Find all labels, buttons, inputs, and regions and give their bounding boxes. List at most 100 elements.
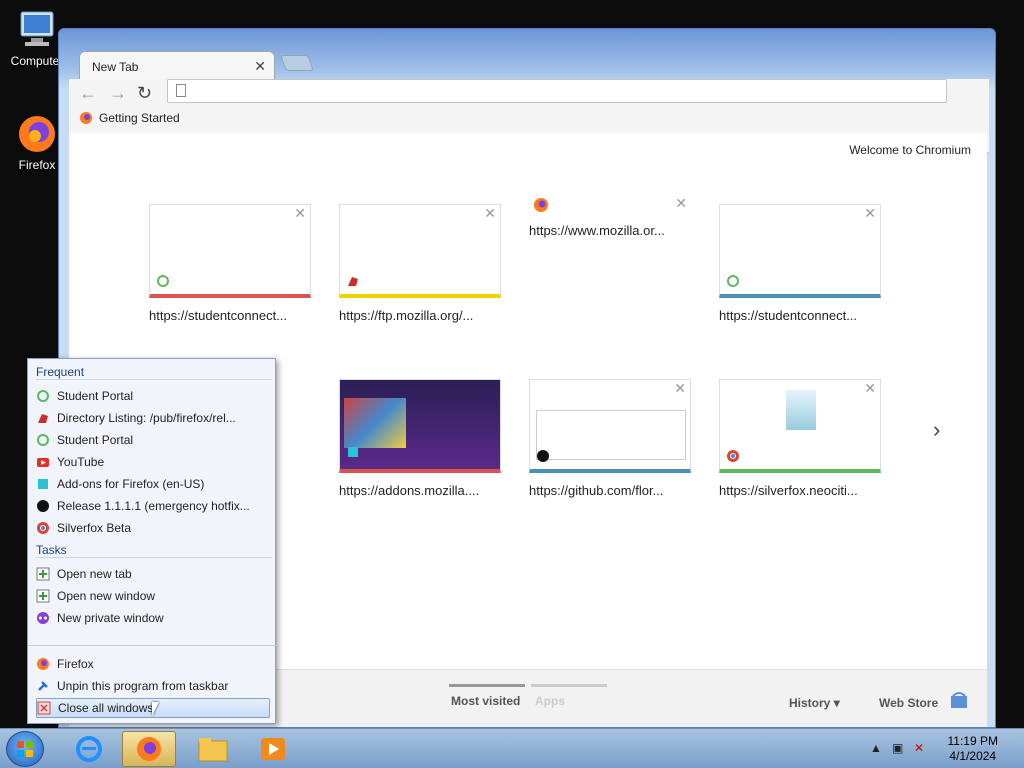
tile-caption: https://studentconnect... [149, 308, 288, 323]
clock-date: 4/1/2024 [949, 749, 997, 763]
jump-item-label: YouTube [57, 455, 105, 469]
taskbar-ie-button[interactable] [62, 731, 116, 767]
plus-icon [36, 567, 50, 581]
tile-caption: https://addons.mozilla.... [339, 483, 480, 498]
jump-item-open-new-tab[interactable]: Open new tab [36, 564, 270, 584]
tile-close-icon[interactable]: ✕ [674, 380, 686, 397]
taskbar-explorer-button[interactable] [186, 731, 240, 767]
jump-item-firefox[interactable]: Firefox [36, 654, 270, 674]
jump-item-unpin[interactable]: Unpin this program from taskbar [36, 676, 270, 696]
windows-logo-icon [17, 741, 33, 757]
taskbar-firefox-button[interactable] [122, 731, 176, 767]
history-button[interactable]: History ▾ [789, 696, 840, 710]
dino-icon [348, 277, 358, 286]
welcome-text: Welcome to Chromium [849, 143, 971, 157]
jump-item-label: Unpin this program from taskbar [57, 679, 229, 693]
network-icon[interactable]: ▣ [892, 741, 903, 755]
tile-caption: https://www.mozilla.or... [529, 223, 665, 238]
tile-0[interactable]: ✕ https://studentconnect... [149, 204, 311, 323]
tile-thumbnail[interactable]: ✕ [339, 204, 501, 298]
tile-thumbnail[interactable]: ✕ [149, 204, 311, 298]
bookmark-label: Getting Started [99, 111, 180, 125]
taskbar-media-player-button[interactable] [246, 731, 300, 767]
folder-icon [198, 738, 228, 762]
q-icon [37, 390, 49, 402]
tile-6[interactable]: ✕ https://silverfox.neociti... [719, 379, 881, 498]
jump-list-divider [28, 645, 277, 646]
tile-caption: https://ftp.mozilla.org/... [339, 308, 474, 323]
most-visited-button[interactable]: Most visited [451, 694, 520, 708]
chrome-icon [727, 450, 739, 462]
history-label: History [789, 696, 831, 710]
jump-item-student-portal[interactable]: Student Portal [36, 386, 270, 406]
internet-explorer-icon [76, 736, 102, 762]
firefox-icon [534, 198, 548, 212]
forward-icon[interactable]: → [109, 83, 127, 104]
q-icon [37, 434, 49, 446]
tile-1[interactable]: ✕ https://ftp.mozilla.org/... [339, 204, 501, 323]
tile-caption: https://silverfox.neociti... [719, 483, 858, 498]
page-indicator-active [449, 684, 525, 687]
computer-icon [15, 8, 59, 52]
addon-icon [348, 447, 358, 457]
tile-thumbnail[interactable]: ✕ [719, 379, 881, 473]
tile-thumbnail[interactable] [339, 379, 501, 473]
jump-item-silverfox-beta[interactable]: Silverfox Beta [36, 518, 270, 538]
jump-item-directory-listing[interactable]: Directory Listing: /pub/firefox/rel... [36, 408, 270, 428]
plus-icon [36, 589, 50, 603]
tab-new-tab[interactable]: New Tab ✕ [79, 51, 275, 81]
tile-thumbnail[interactable]: ✕ [529, 379, 691, 473]
web-store-icon [951, 692, 967, 708]
github-icon [37, 500, 49, 512]
tile-2[interactable]: ✕ https://www.mozilla.or... [529, 195, 691, 238]
tile-3[interactable]: ✕ https://studentconnect... [719, 204, 881, 323]
tile-5[interactable]: ✕ https://github.com/flor... [529, 379, 691, 498]
jump-item-label: Open new window [57, 589, 156, 603]
page-icon [176, 84, 186, 97]
bookmark-getting-started[interactable]: Getting Started [79, 111, 180, 125]
jump-item-youtube[interactable]: YouTube [36, 452, 270, 472]
desktop-icon-label: Computer [10, 54, 64, 68]
jump-item-label: Open new tab [57, 567, 132, 581]
tile-close-icon[interactable]: ✕ [484, 205, 496, 222]
close-icon [37, 701, 51, 715]
show-hidden-icons-icon[interactable]: ▲ [870, 741, 882, 755]
jump-list-header-frequent: Frequent [36, 365, 272, 380]
apps-button[interactable]: Apps [535, 694, 565, 708]
jump-item-label: Student Portal [57, 389, 134, 403]
tab-close-icon[interactable]: ✕ [254, 58, 266, 75]
jump-item-open-new-window[interactable]: Open new window [36, 586, 270, 606]
tile-close-icon[interactable]: ✕ [864, 205, 876, 222]
clock-time: 11:19 PM [947, 734, 998, 748]
tile-caption: https://studentconnect... [719, 308, 858, 323]
mask-icon [37, 612, 49, 624]
addon-icon [38, 479, 48, 489]
new-tab-button[interactable] [280, 55, 314, 71]
jump-item-label: Add-ons for Firefox (en-US) [57, 477, 205, 491]
system-clock[interactable]: 11:19 PM 4/1/2024 [948, 734, 998, 764]
web-store-button[interactable]: Web Store [879, 696, 938, 710]
jump-item-new-private-window[interactable]: New private window [36, 608, 270, 628]
reload-icon[interactable]: ↻ [137, 83, 152, 104]
jump-item-addons[interactable]: Add-ons for Firefox (en-US) [36, 474, 270, 494]
jump-item-label: Silverfox Beta [57, 521, 132, 535]
tile-thumbnail[interactable]: ✕ [719, 204, 881, 298]
tile-4[interactable]: https://addons.mozilla.... [339, 379, 501, 498]
thumbnail-image [536, 410, 686, 460]
thumbnail-image [786, 390, 816, 430]
start-button[interactable] [6, 731, 44, 767]
jump-item-student-portal-2[interactable]: Student Portal [36, 430, 270, 450]
next-page-chevron-icon[interactable]: › [933, 417, 940, 443]
back-icon[interactable]: ← [79, 83, 97, 104]
tile-thumbnail[interactable]: ✕ [529, 195, 691, 217]
jump-item-label: Close all windows [58, 701, 154, 715]
address-bar[interactable] [167, 79, 947, 103]
jump-item-release[interactable]: Release 1.1.1.1 (emergency hotfix... [36, 496, 270, 516]
jump-item-label: Directory Listing: /pub/firefox/rel... [57, 411, 236, 425]
q-icon [727, 275, 739, 287]
tile-close-icon[interactable]: ✕ [864, 380, 876, 397]
tile-close-icon[interactable]: ✕ [294, 205, 306, 222]
taskbar-jump-list: Frequent Student Portal Directory Listin… [27, 358, 277, 724]
tile-close-icon[interactable]: ✕ [675, 195, 687, 212]
volume-muted-icon[interactable]: ✕ [914, 741, 924, 755]
